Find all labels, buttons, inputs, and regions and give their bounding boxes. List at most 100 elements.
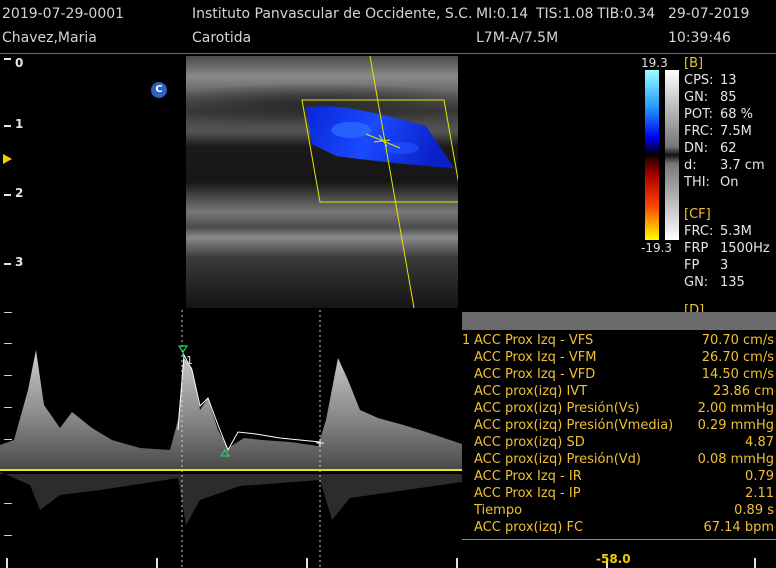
measurement-label: ACC Prox Izq - VFM [474, 350, 597, 365]
cf-param-value: 1500Hz [720, 241, 770, 256]
b-param-label: GN: [684, 90, 709, 105]
bmode-image[interactable] [186, 56, 458, 308]
measurement-value: 0.08 mmHg [697, 452, 774, 467]
peak-marker-label: 1 [186, 354, 193, 367]
measurement-value: 2.11 [745, 486, 774, 501]
depth-label-1: 1 [15, 117, 24, 131]
measurement-label: ACC prox(izq) SD [474, 435, 585, 450]
b-param-value: 62 [720, 141, 737, 156]
measurement-label: ACC prox(izq) IVT [474, 384, 588, 399]
cf-param-label: FP [684, 258, 700, 273]
time-tick [306, 558, 308, 568]
depth-tick [4, 194, 11, 196]
tib-index: TIB:0.34 [597, 6, 656, 22]
measurement-index: 1 [462, 333, 471, 348]
color-scale-max: 19.3 [641, 56, 668, 70]
depth-tick [4, 125, 11, 127]
b-param-label: DN: [684, 141, 709, 156]
measurement-row[interactable]: ACC prox(izq) FC 67.14 bpm [462, 520, 776, 537]
measurement-label: ACC Prox Izq - IR [474, 469, 582, 484]
measurement-row[interactable]: ACC Prox Izq - IP 2.11 [462, 486, 776, 503]
doppler-baseline [0, 469, 462, 471]
measurement-label: ACC Prox Izq - VFD [474, 367, 596, 382]
depth-label-2: 2 [15, 186, 24, 200]
depth-tick [4, 58, 11, 60]
measurement-label: ACC Prox Izq - IP [474, 486, 581, 501]
depth-label-0: 0 [15, 56, 24, 70]
measurement-value: 14.50 cm/s [701, 367, 774, 382]
measurement-row[interactable]: ACC prox(izq) Presión(Vd) 0.08 mmHg [462, 452, 776, 469]
measurement-row[interactable]: Tiempo 0.89 s [462, 503, 776, 520]
b-param-label: d: [684, 158, 697, 173]
measurement-row[interactable]: ACC prox(izq) IVT 23.86 cm [462, 384, 776, 401]
measurement-label: ACC prox(izq) FC [474, 520, 584, 535]
mi-index: MI:0.14 [476, 6, 529, 22]
b-param-label: THI: [684, 175, 710, 190]
measurement-value: 0.89 s [734, 503, 774, 518]
velocity-scale-value: -58.0 [596, 552, 631, 566]
color-mode-badge: C [151, 82, 167, 98]
measurement-label: ACC prox(izq) Presión(Vmedia) [474, 418, 674, 433]
b-param-label: CPS: [684, 73, 714, 88]
institution-name: Instituto Panvascular de Occidente, S.C. [192, 6, 473, 22]
measurement-row[interactable]: 1 ACC Prox Izq - VFS 70.70 cm/s [462, 333, 776, 350]
b-param-value: 3.7 cm [720, 158, 765, 173]
cf-param-value: 3 [720, 258, 729, 273]
time-tick [754, 558, 756, 568]
d-params-title: [D] [684, 303, 705, 312]
exam-date: 29-07-2019 [668, 6, 750, 22]
measurement-label: Tiempo [474, 503, 523, 518]
measurement-value: 0.79 [745, 469, 774, 484]
patient-id: 2019-07-29-0001 [2, 6, 125, 22]
color-flow-overlay [301, 56, 458, 308]
measurement-row[interactable]: ACC prox(izq) Presión(Vmedia) 0.29 mmHg [462, 418, 776, 435]
exam-type: Carotida [192, 30, 252, 46]
measurement-value: 26.70 cm/s [701, 350, 774, 365]
header-divider [0, 53, 776, 54]
measurement-value: 70.70 cm/s [701, 333, 774, 348]
time-tick [6, 558, 8, 568]
cf-param-label: FRC: [684, 224, 714, 239]
cf-param-value: 135 [720, 275, 745, 290]
exam-time: 10:39:46 [668, 30, 731, 46]
depth-tick [4, 263, 11, 265]
probe-name: L7M-A/7.5M [476, 30, 559, 46]
b-params-title: [B] [684, 56, 704, 71]
measurement-value: 23.86 cm [712, 384, 774, 399]
measurement-divider [462, 539, 776, 540]
b-param-value: On [720, 175, 739, 190]
measurement-row[interactable]: ACC Prox Izq - IR 0.79 [462, 469, 776, 486]
measurement-row[interactable]: ACC Prox Izq - VFD 14.50 cm/s [462, 367, 776, 384]
b-param-value: 68 % [720, 107, 754, 122]
measurement-value: 0.29 mmHg [697, 418, 774, 433]
gray-scale-bar [665, 70, 679, 240]
tis-index: TIS:1.08 [536, 6, 594, 22]
measurement-value: 4.87 [745, 435, 774, 450]
measurement-label: ACC prox(izq) Presión(Vs) [474, 401, 640, 416]
time-tick [156, 558, 158, 568]
b-param-label: FRC: [684, 124, 714, 139]
measurement-value: 2.00 mmHg [697, 401, 774, 416]
cf-param-value: 5.3M [720, 224, 752, 239]
doppler-spectrum[interactable] [0, 310, 462, 568]
measurement-row[interactable]: ACC prox(izq) SD 4.87 [462, 435, 776, 452]
measurement-row[interactable]: ACC prox(izq) Presión(Vs) 2.00 mmHg [462, 401, 776, 418]
measurement-row[interactable]: ACC Prox Izq - VFM 26.70 cm/s [462, 350, 776, 367]
depth-label-3: 3 [15, 255, 24, 269]
patient-name: Chavez,Maria [2, 30, 97, 46]
cf-param-label: GN: [684, 275, 709, 290]
color-velocity-bar [645, 70, 659, 240]
time-tick [456, 558, 458, 568]
focus-marker-icon[interactable] [3, 154, 12, 164]
b-param-value: 85 [720, 90, 737, 105]
b-param-value: 13 [720, 73, 737, 88]
measurement-label: ACC prox(izq) Presión(Vd) [474, 452, 642, 467]
measurement-value: 67.14 bpm [703, 520, 774, 535]
color-scale-min: -19.3 [641, 241, 673, 255]
measurement-label: ACC Prox Izq - VFS [474, 333, 594, 348]
b-param-value: 7.5M [720, 124, 752, 139]
cf-param-label: FRP [684, 241, 709, 256]
b-param-label: POT: [684, 107, 713, 122]
measurement-header-bar [462, 312, 776, 330]
cf-params-title: [CF] [684, 207, 711, 222]
